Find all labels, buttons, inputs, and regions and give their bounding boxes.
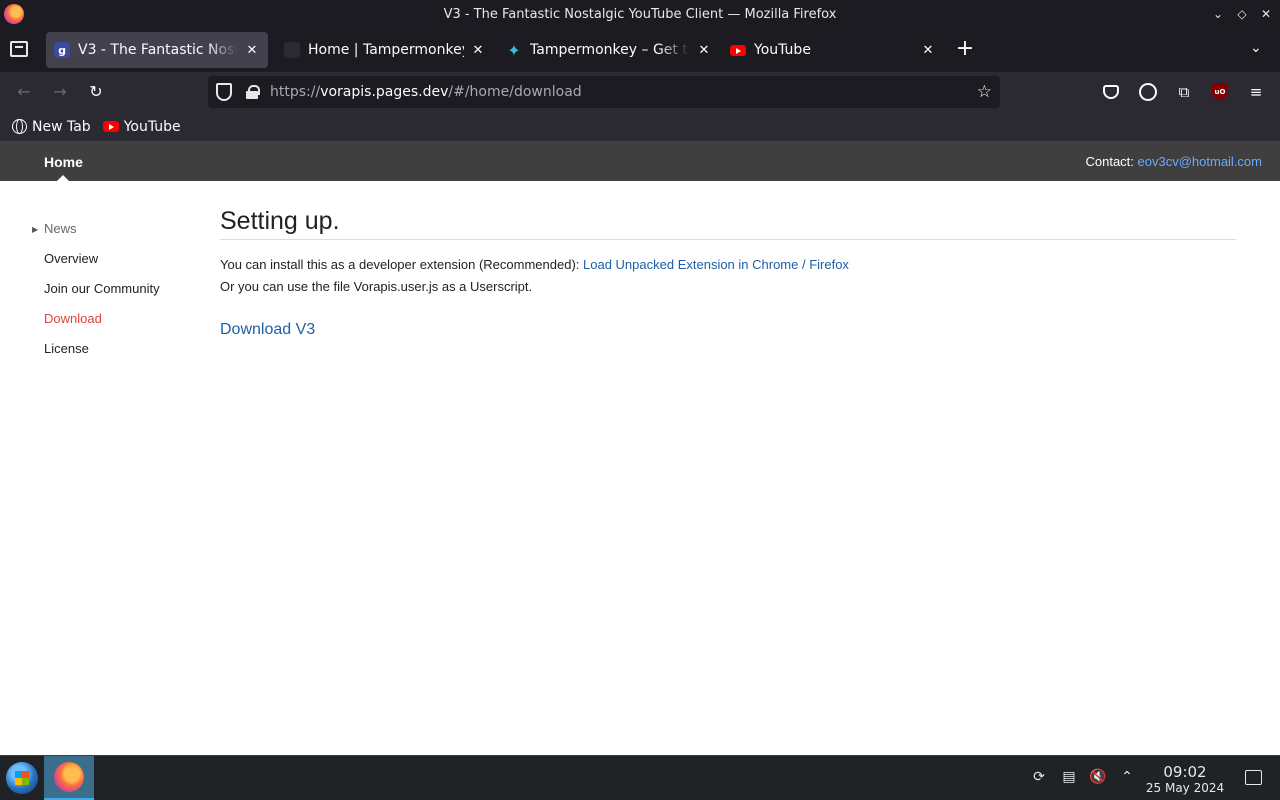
navigation-toolbar: ← → ↻ https://vorapis.pages.dev/#/home/d…: [0, 72, 1280, 112]
clipboard-icon[interactable]: ▤: [1060, 768, 1078, 786]
hamburger-menu-icon[interactable]: ≡: [1247, 83, 1265, 101]
tab-title: Home | Tampermonkey: [308, 42, 464, 58]
expand-arrow-icon[interactable]: ▶: [32, 225, 38, 234]
web-page: Home Contact: eov3cv@hotmail.com ▶ News …: [0, 141, 1280, 755]
main-content: Setting up. You can install this as a de…: [220, 207, 1236, 339]
contact-email-link[interactable]: eov3cv@hotmail.com: [1138, 154, 1262, 169]
list-all-tabs-icon[interactable]: ⌄: [1250, 40, 1262, 56]
reload-icon[interactable]: ↻: [86, 82, 106, 102]
close-tab-icon[interactable]: ✕: [470, 43, 486, 58]
url-text[interactable]: https://vorapis.pages.dev/#/home/downloa…: [270, 84, 582, 100]
firefox-logo-icon: [54, 762, 84, 792]
g-favicon-icon: g: [54, 42, 70, 58]
tab-title: YouTube: [754, 42, 811, 58]
show-hidden-icons-chevron-icon[interactable]: ⌃: [1118, 768, 1136, 786]
bookmark-star-icon[interactable]: ☆: [977, 82, 992, 102]
pocket-icon[interactable]: [1103, 85, 1119, 99]
taskbar: ⟳ ▤ 🔇 ⌃ 09:02 25 May 2024: [0, 755, 1280, 800]
contact-info: Contact: eov3cv@hotmail.com: [1085, 154, 1262, 169]
close-tab-icon[interactable]: ✕: [244, 43, 260, 58]
new-tab-button[interactable]: +: [954, 38, 976, 60]
tab-tampermonkey-get[interactable]: ✦ Tampermonkey – Get this Extension ✕: [498, 32, 720, 68]
sidebar-item-overview[interactable]: Overview: [44, 251, 98, 266]
tracking-protection-shield-icon[interactable]: [216, 83, 232, 101]
close-tab-icon[interactable]: ✕: [696, 43, 712, 58]
nav-home-link[interactable]: Home: [44, 154, 83, 170]
forward-arrow-icon[interactable]: →: [50, 82, 70, 102]
clock-date: 25 May 2024: [1145, 781, 1225, 795]
show-desktop-icon[interactable]: [1245, 770, 1262, 785]
sidebar-item-news[interactable]: News: [44, 221, 77, 236]
firefox-logo-icon: [4, 4, 24, 24]
globe-icon: [12, 119, 27, 134]
ublock-origin-icon[interactable]: uO: [1212, 83, 1228, 100]
close-window-icon[interactable]: ✕: [1260, 7, 1272, 21]
minimize-icon[interactable]: ⌄: [1212, 7, 1224, 21]
bookmark-label: New Tab: [32, 118, 91, 135]
tab-strip: g V3 - The Fantastic Nostalgic YouTube C…: [0, 28, 1280, 72]
window-titlebar: V3 - The Fantastic Nostalgic YouTube Cli…: [0, 0, 1280, 28]
close-tab-icon[interactable]: ✕: [920, 43, 936, 58]
volume-muted-icon[interactable]: 🔇: [1089, 768, 1107, 786]
back-arrow-icon[interactable]: ←: [14, 82, 34, 102]
extensions-puzzle-icon[interactable]: ⧉: [1175, 83, 1193, 101]
maximize-icon[interactable]: ◇: [1236, 7, 1248, 21]
youtube-icon: [730, 42, 746, 58]
window-title: V3 - The Fantastic Nostalgic YouTube Cli…: [443, 6, 837, 22]
firefox-view-icon[interactable]: [10, 41, 28, 57]
clock-time: 09:02: [1163, 763, 1207, 781]
bookmark-youtube[interactable]: YouTube: [102, 118, 181, 135]
tab-v3[interactable]: g V3 - The Fantastic Nostalgic YouTube C…: [46, 32, 268, 68]
account-icon[interactable]: [1139, 83, 1157, 101]
tab-tampermonkey-home[interactable]: Home | Tampermonkey ✕: [276, 32, 494, 68]
updates-icon[interactable]: ⟳: [1030, 768, 1048, 786]
bookmark-label: YouTube: [123, 118, 181, 135]
page-title: Setting up.: [220, 207, 1236, 240]
tampermonkey-icon: ✦: [507, 40, 521, 60]
load-unpacked-link[interactable]: Load Unpacked Extension in Chrome / Fire…: [583, 257, 849, 272]
youtube-icon: [102, 121, 119, 132]
tab-youtube[interactable]: YouTube ✕: [722, 32, 944, 68]
address-bar[interactable]: https://vorapis.pages.dev/#/home/downloa…: [208, 76, 1000, 108]
bookmarks-toolbar: New Tab YouTube: [0, 112, 1280, 141]
sidebar-item-community[interactable]: Join our Community: [44, 281, 160, 296]
start-menu-icon[interactable]: [6, 762, 38, 794]
system-clock[interactable]: 09:02 25 May 2024: [1140, 764, 1230, 796]
active-nav-caret: [57, 175, 69, 181]
sidebar-item-license[interactable]: License: [44, 341, 89, 356]
install-instructions: You can install this as a developer exte…: [220, 257, 849, 272]
taskbar-firefox-button[interactable]: [44, 756, 94, 800]
tab-title: Tampermonkey – Get this Extension: [530, 42, 690, 58]
bookmark-new-tab[interactable]: New Tab: [12, 119, 91, 135]
window-controls: ⌄ ◇ ✕: [1212, 0, 1272, 28]
userscript-instructions: Or you can use the file Vorapis.user.js …: [220, 279, 533, 294]
lock-icon[interactable]: [246, 85, 260, 99]
download-v3-link[interactable]: Download V3: [220, 321, 315, 339]
tab-title: V3 - The Fantastic Nostalgic YouTube Cli…: [78, 42, 238, 58]
sidebar-item-download[interactable]: Download: [44, 311, 102, 326]
site-header: Home Contact: eov3cv@hotmail.com: [0, 141, 1280, 181]
tampermonkey-icon: [284, 42, 300, 58]
